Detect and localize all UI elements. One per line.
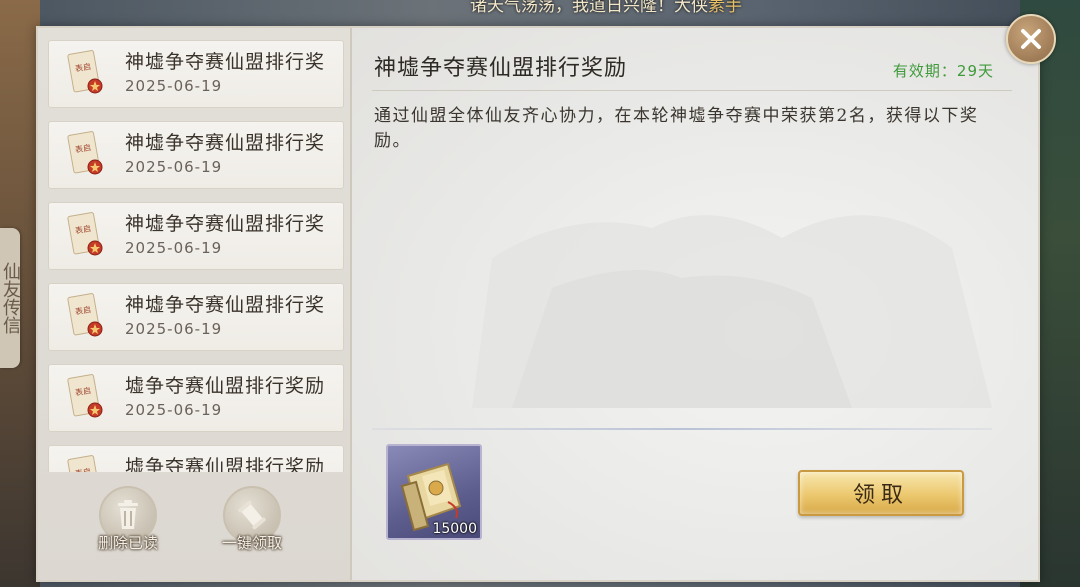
letter-seal-icon: 表启	[67, 293, 103, 337]
mail-title: 神墟争夺赛仙盟排行奖	[125, 132, 326, 154]
marquee-highlight: 素手	[708, 0, 742, 16]
detail-body: 通过仙盟全体仙友齐心协力，在本轮神墟争夺赛中荣获第2名，获得以下奖励。	[374, 106, 979, 151]
mail-list[interactable]: 表启 神墟争夺赛仙盟排行奖 2025-06-19 表启 神墟争夺赛仙盟排行奖 2…	[48, 40, 344, 472]
delete-read-label: 删除已读	[97, 534, 158, 552]
announcement-marquee: 诸天气荡荡，我道日兴隆！大侠素手	[470, 0, 742, 18]
mail-item[interactable]: 表启 神墟争夺赛仙盟排行奖 2025-06-19	[48, 202, 344, 270]
mail-date: 2025-06-19	[125, 158, 223, 176]
side-tab[interactable]: 仙友传信	[0, 228, 21, 368]
title-divider	[372, 90, 1012, 91]
mail-title: 神墟争夺赛仙盟排行奖	[125, 294, 326, 316]
mail-item[interactable]: 表启 神墟争夺赛仙盟排行奖 2025-06-19	[48, 283, 344, 351]
mail-title: 神墟争夺赛仙盟排行奖	[125, 51, 326, 73]
letter-seal-icon: 表启	[67, 212, 103, 256]
mail-list-panel: 表启 神墟争夺赛仙盟排行奖 2025-06-19 表启 神墟争夺赛仙盟排行奖 2…	[38, 28, 352, 580]
mail-item[interactable]: 表启 墟争夺赛仙盟排行奖励	[48, 445, 344, 472]
mail-title: 墟争夺赛仙盟排行奖励	[125, 456, 326, 472]
reward-item[interactable]: 15000	[386, 444, 482, 540]
claim-all-button[interactable]: 一键领取	[214, 486, 290, 553]
mail-item[interactable]: 表启 墟争夺赛仙盟排行奖励 2025-06-19	[48, 364, 344, 432]
mail-date: 2025-06-19	[125, 320, 223, 338]
letter-seal-icon: 表启	[67, 131, 103, 175]
mail-date: 2025-06-19	[125, 77, 223, 95]
reward-quantity: 15000	[432, 521, 477, 537]
mail-window: 表启 神墟争夺赛仙盟排行奖 2025-06-19 表启 神墟争夺赛仙盟排行奖 2…	[36, 26, 1040, 582]
delete-read-button[interactable]: 删除已读	[90, 486, 166, 553]
mail-detail-panel: 神墟争夺赛仙盟排行奖励 有效期：29天 通过仙盟全体仙友齐心协力，在本轮神墟争夺…	[352, 28, 1038, 580]
marquee-text: 诸天气荡荡，我道日兴隆！大侠	[470, 0, 708, 16]
close-button[interactable]	[1006, 14, 1056, 64]
mail-item[interactable]: 表启 神墟争夺赛仙盟排行奖 2025-06-19	[48, 40, 344, 108]
claim-all-label: 一键领取	[221, 534, 282, 552]
mail-date: 2025-06-19	[125, 401, 223, 419]
mail-title: 墟争夺赛仙盟排行奖励	[125, 375, 326, 397]
reward-divider	[372, 428, 992, 430]
detail-title: 神墟争夺赛仙盟排行奖励	[374, 56, 628, 81]
mail-item[interactable]: 表启 神墟争夺赛仙盟排行奖 2025-06-19	[48, 121, 344, 189]
validity-label: 有效期：29天	[892, 62, 994, 80]
close-icon	[1021, 29, 1041, 49]
mail-title: 神墟争夺赛仙盟排行奖	[125, 213, 326, 235]
letter-seal-icon: 表启	[67, 374, 103, 418]
claim-button[interactable]: 领取	[798, 470, 964, 516]
mail-date: 2025-06-19	[125, 239, 223, 257]
letter-seal-icon: 表启	[67, 50, 103, 94]
letter-seal-icon: 表启	[67, 455, 100, 472]
